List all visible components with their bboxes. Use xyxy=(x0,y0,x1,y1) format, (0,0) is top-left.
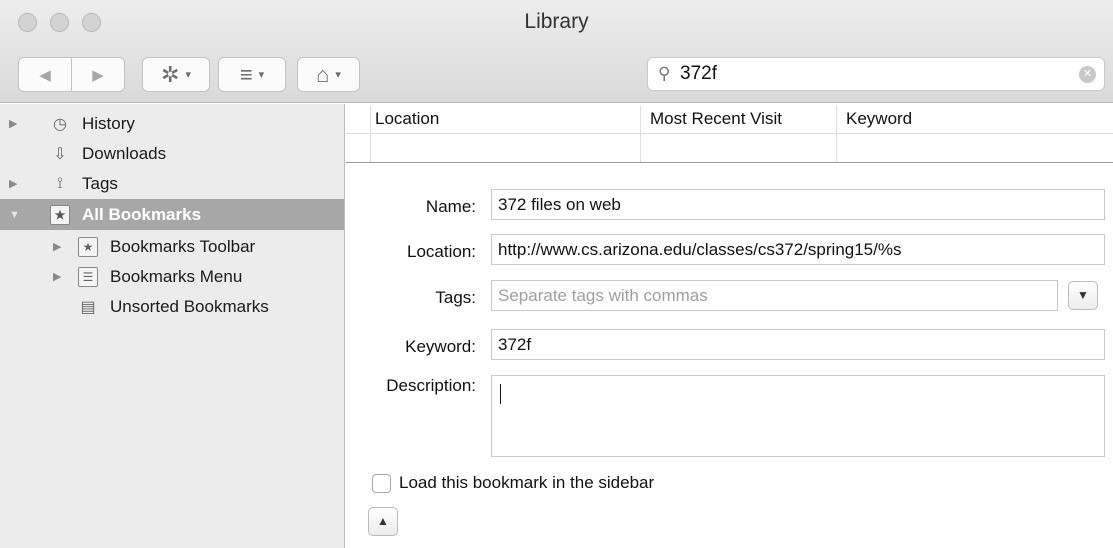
sidebar-item-bookmarks-menu[interactable]: ▶ ☰ Bookmarks Menu xyxy=(0,261,344,292)
search-field[interactable]: ⚲ ✕ xyxy=(647,57,1105,91)
disclosure-triangle-icon[interactable]: ▶ xyxy=(53,270,61,283)
sidebar-item-all-bookmarks[interactable]: ▼ ★ All Bookmarks xyxy=(0,199,344,230)
clear-search-icon[interactable]: ✕ xyxy=(1079,66,1096,83)
column-header-location[interactable]: Location xyxy=(375,109,439,129)
sidebar-item-tags[interactable]: ▶ ⟟ Tags xyxy=(0,168,344,199)
sidebar-item-label: Downloads xyxy=(82,143,167,163)
forward-arrow-icon[interactable]: ▶ xyxy=(72,66,124,84)
description-label: Description: xyxy=(386,376,476,395)
table-header: Location Most Recent Visit Keyword xyxy=(346,104,1113,134)
sidebar-item-label: Tags xyxy=(82,173,118,193)
clock-icon: ◷ xyxy=(53,115,67,133)
column-divider xyxy=(640,106,641,162)
disclosure-triangle-icon[interactable]: ▶ xyxy=(53,240,61,253)
load-in-sidebar-checkbox[interactable] xyxy=(372,474,391,493)
column-header-most-recent-visit[interactable]: Most Recent Visit xyxy=(650,109,782,129)
sidebar-item-downloads[interactable]: ⇩ Downloads xyxy=(0,138,344,169)
sidebar-item-label: All Bookmarks xyxy=(82,204,202,224)
search-input[interactable] xyxy=(680,62,1060,86)
collapse-details-button[interactable]: ▲ xyxy=(368,507,398,536)
organize-button[interactable]: ✲ ▾ xyxy=(142,57,210,92)
sidebar-item-unsorted-bookmarks[interactable]: ▤ Unsorted Bookmarks xyxy=(0,291,344,322)
table-bottom-border xyxy=(346,162,1113,163)
column-divider xyxy=(836,106,837,162)
bookmarks-book-icon: ★ xyxy=(50,204,70,225)
star-box-icon: ★ xyxy=(78,236,98,257)
chevron-down-icon: ▾ xyxy=(335,69,341,81)
text-cursor xyxy=(500,384,501,404)
column-divider xyxy=(370,106,371,162)
description-field[interactable] xyxy=(491,375,1105,457)
keyword-field[interactable] xyxy=(491,329,1105,360)
sidebar: ▶ ◷ History ⇩ Downloads ▶ ⟟ Tags ▼ ★ All… xyxy=(0,104,345,548)
load-in-sidebar-label[interactable]: Load this bookmark in the sidebar xyxy=(399,473,654,493)
window-title: Library xyxy=(524,10,589,33)
navigation-segment: ◀ ▶ xyxy=(18,57,125,92)
name-field[interactable] xyxy=(491,189,1105,220)
tag-icon: ⟟ xyxy=(57,174,63,192)
tags-label: Tags: xyxy=(435,288,476,307)
tags-field[interactable] xyxy=(491,280,1058,311)
back-arrow-icon[interactable]: ◀ xyxy=(19,66,71,84)
sidebar-item-history[interactable]: ▶ ◷ History xyxy=(0,108,344,139)
tags-dropdown-button[interactable]: ▼ xyxy=(1068,281,1098,310)
gear-icon: ✲ xyxy=(161,61,180,87)
download-arrow-icon: ⇩ xyxy=(53,145,67,163)
import-backup-button[interactable]: ⌂ ▾ xyxy=(297,57,360,92)
location-field[interactable] xyxy=(491,234,1105,265)
disclosure-triangle-icon[interactable]: ▶ xyxy=(9,117,17,130)
window-titlebar: Library ◀ ▶ ✲ ▾ ≡ ▾ ⌂ ▾ ⚲ ✕ xyxy=(0,0,1113,103)
name-label: Name: xyxy=(425,197,476,216)
list-icon: ≡ xyxy=(239,61,253,87)
search-icon: ⚲ xyxy=(658,64,671,83)
sidebar-item-label: Bookmarks Menu xyxy=(110,266,243,286)
views-button[interactable]: ≡ ▾ xyxy=(218,57,286,92)
column-header-keyword[interactable]: Keyword xyxy=(846,109,912,129)
main-pane: Location Most Recent Visit Keyword Name:… xyxy=(346,104,1113,548)
chevron-down-icon: ▾ xyxy=(258,69,265,81)
sidebar-item-label: History xyxy=(82,113,135,133)
disclosure-triangle-icon[interactable]: ▶ xyxy=(9,177,17,190)
triangle-up-icon: ▲ xyxy=(377,514,389,528)
sidebar-item-label: Bookmarks Toolbar xyxy=(110,236,256,256)
menu-list-icon: ☰ xyxy=(78,266,98,287)
sidebar-item-label: Unsorted Bookmarks xyxy=(110,296,269,316)
tray-icon: ▤ xyxy=(80,298,96,316)
disclosure-triangle-icon[interactable]: ▼ xyxy=(9,209,20,221)
chevron-down-icon: ▾ xyxy=(185,69,191,81)
location-label: Location: xyxy=(407,242,476,261)
home-star-icon: ⌂ xyxy=(316,61,330,87)
sidebar-item-bookmarks-toolbar[interactable]: ▶ ★ Bookmarks Toolbar xyxy=(0,231,344,262)
keyword-label: Keyword: xyxy=(405,337,476,356)
triangle-down-icon: ▼ xyxy=(1077,288,1089,302)
